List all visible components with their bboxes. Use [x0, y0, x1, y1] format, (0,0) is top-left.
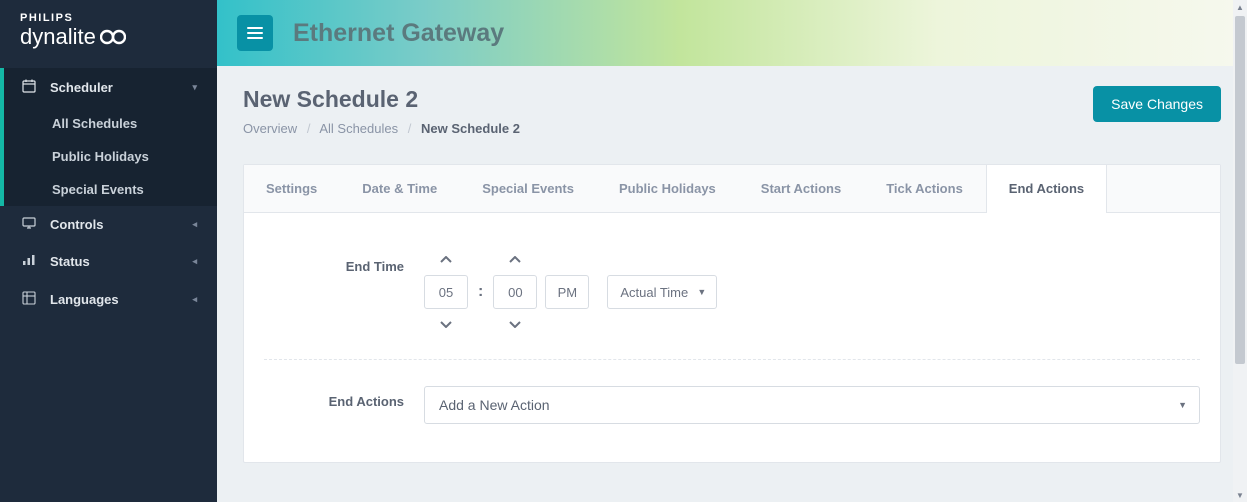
nav-item-controls[interactable]: Controls ◂ [0, 206, 217, 243]
chevron-left-icon: ◂ [192, 256, 197, 267]
tab-special-events[interactable]: Special Events [460, 165, 597, 212]
tab-date-time[interactable]: Date & Time [340, 165, 460, 212]
logo-product-text: dynalite [20, 24, 96, 50]
menu-toggle-button[interactable] [237, 15, 273, 51]
add-action-value: Add a New Action [439, 397, 550, 413]
calendar-icon [20, 79, 38, 96]
breadcrumb-root[interactable]: Overview [243, 121, 297, 136]
sidebar: PHILIPS dynalite Scheduler ▾ All Schedul… [0, 0, 217, 502]
minute-input[interactable] [493, 275, 537, 309]
panel: Settings Date & Time Special Events Publ… [243, 164, 1221, 463]
logo-company: PHILIPS [20, 12, 197, 24]
time-picker: : PM [424, 251, 1200, 333]
panel-body: End Time [244, 213, 1220, 462]
tab-tick-actions[interactable]: Tick Actions [864, 165, 986, 212]
caret-down-icon: ▼ [1178, 400, 1187, 410]
breadcrumb-current: New Schedule 2 [421, 121, 520, 136]
scroll-up-icon[interactable]: ▲ [1233, 0, 1247, 14]
nav: Scheduler ▾ All Schedules Public Holiday… [0, 64, 217, 319]
breadcrumb-mid[interactable]: All Schedules [319, 121, 398, 136]
row-end-time: End Time [264, 237, 1200, 347]
end-actions-label: End Actions [264, 386, 424, 409]
scrollbar[interactable]: ▲ ▼ [1233, 0, 1247, 502]
hour-up-button[interactable] [436, 251, 456, 269]
breadcrumb-sep: / [408, 121, 412, 136]
tabs: Settings Date & Time Special Events Publ… [244, 165, 1220, 213]
content: New Schedule 2 Overview / All Schedules … [217, 66, 1247, 483]
hour-down-button[interactable] [436, 315, 456, 333]
nav-label: Controls [50, 217, 103, 232]
nav-sub-all-schedules[interactable]: All Schedules [4, 107, 217, 140]
breadcrumb: Overview / All Schedules / New Schedule … [243, 121, 520, 136]
nav-item-languages[interactable]: Languages ◂ [0, 280, 217, 319]
minute-up-button[interactable] [505, 251, 525, 269]
add-action-select[interactable]: Add a New Action ▼ [424, 386, 1200, 424]
nav-sub-public-holidays[interactable]: Public Holidays [4, 140, 217, 173]
tab-settings[interactable]: Settings [244, 165, 340, 212]
nav-sub-special-events[interactable]: Special Events [4, 173, 217, 206]
breadcrumb-sep: / [307, 121, 311, 136]
ampm-toggle[interactable]: PM [545, 275, 589, 309]
chevron-left-icon: ◂ [192, 219, 197, 230]
chevron-down-icon: ▾ [192, 82, 197, 93]
time-mode-select[interactable]: Actual Time ▼ [607, 275, 717, 309]
save-button[interactable]: Save Changes [1093, 86, 1221, 122]
scroll-down-icon[interactable]: ▼ [1233, 488, 1247, 502]
end-time-label: End Time [264, 251, 424, 274]
nav-label: Languages [50, 292, 119, 307]
hour-input[interactable] [424, 275, 468, 309]
logo-mark-icon [100, 29, 126, 45]
chevron-left-icon: ◂ [192, 294, 197, 305]
tab-end-actions[interactable]: End Actions [986, 164, 1107, 213]
main: Ethernet Gateway New Schedule 2 Overview… [217, 0, 1247, 502]
scrollbar-thumb[interactable] [1235, 16, 1245, 364]
page-title: New Schedule 2 [243, 86, 520, 113]
caret-down-icon: ▼ [697, 287, 706, 297]
globe-icon [20, 291, 38, 308]
monitor-icon [20, 217, 38, 232]
logo-product: dynalite [20, 24, 197, 50]
tab-public-holidays[interactable]: Public Holidays [597, 165, 739, 212]
topbar: Ethernet Gateway [217, 0, 1247, 66]
bars-icon [20, 254, 38, 269]
nav-sub-scheduler: All Schedules Public Holidays Special Ev… [0, 107, 217, 206]
time-separator: : [476, 283, 485, 301]
scrollbar-track[interactable] [1235, 16, 1245, 486]
nav-item-status[interactable]: Status ◂ [0, 243, 217, 280]
nav-item-scheduler[interactable]: Scheduler ▾ [0, 68, 217, 107]
topbar-title: Ethernet Gateway [293, 19, 504, 48]
page-header: New Schedule 2 Overview / All Schedules … [243, 86, 1221, 136]
minute-down-button[interactable] [505, 315, 525, 333]
logo: PHILIPS dynalite [0, 0, 217, 64]
nav-label: Scheduler [50, 80, 113, 95]
row-end-actions: End Actions Add a New Action ▼ [264, 359, 1200, 438]
tab-start-actions[interactable]: Start Actions [739, 165, 864, 212]
time-mode-value: Actual Time [620, 285, 688, 300]
nav-label: Status [50, 254, 90, 269]
